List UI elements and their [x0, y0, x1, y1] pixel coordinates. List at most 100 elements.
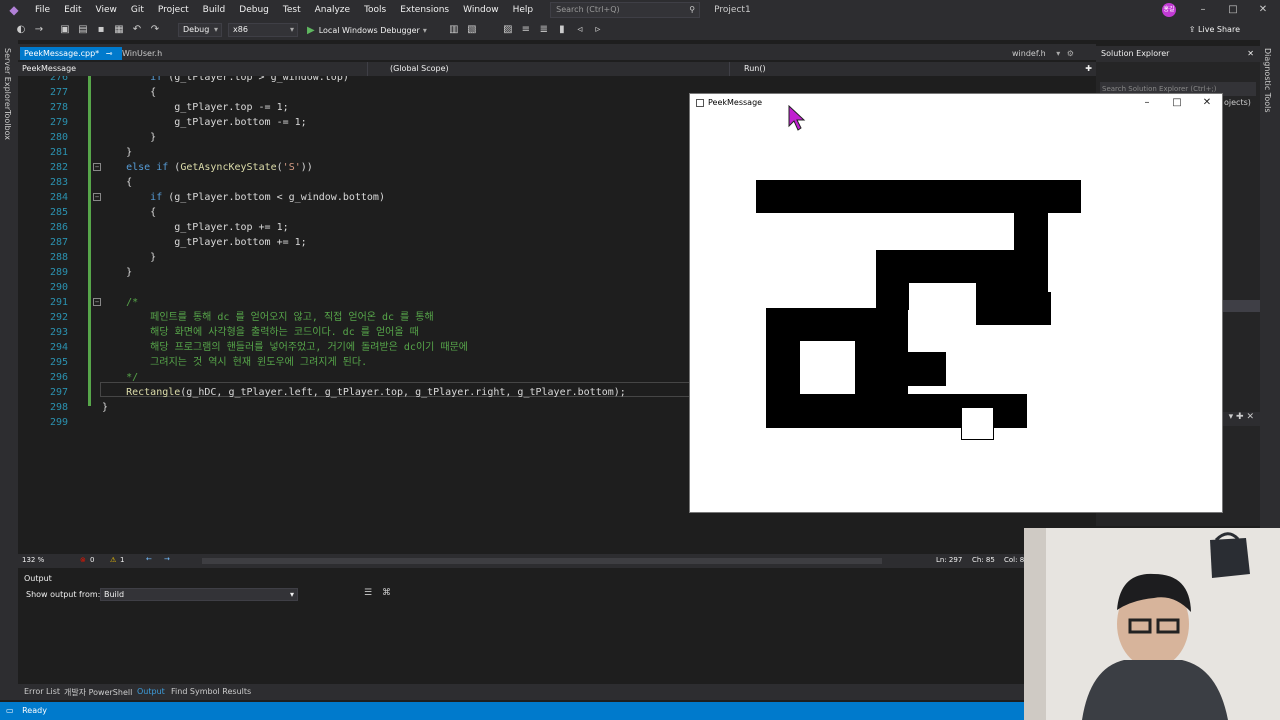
tab-label: windef.h: [1012, 49, 1046, 58]
warning-count[interactable]: 1: [120, 556, 124, 564]
menu-file[interactable]: File: [28, 0, 57, 20]
minimize-icon[interactable]: –: [1132, 94, 1162, 112]
server-explorer-tab[interactable]: Server Explorer: [3, 48, 12, 110]
tab-label: WinUser.h: [122, 49, 163, 58]
member-dropdown[interactable]: Run(): [730, 62, 1082, 76]
bookmark-icon[interactable]: ▮: [555, 23, 569, 37]
code-text: */: [102, 372, 139, 383]
open-icon[interactable]: ▤: [76, 23, 90, 37]
new-item-icon[interactable]: ▣: [58, 23, 72, 37]
code-text: 해당 프로그램의 핸들러를 넣어주었고, 거기에 돌려받은 dc이기 때문에: [102, 342, 468, 353]
hot-reload-icon[interactable]: ▧: [465, 23, 479, 37]
code-text: }: [102, 252, 157, 263]
save-icon[interactable]: ▪: [94, 23, 108, 37]
menu-project[interactable]: Project: [151, 0, 196, 20]
menu-extensions[interactable]: Extensions: [393, 0, 456, 20]
horizontal-scrollbar[interactable]: [202, 558, 882, 564]
start-debugger-button[interactable]: ▶ Local Windows Debugger ▾: [307, 25, 427, 36]
line-number: 288: [49, 252, 68, 263]
code-text: 그려지는 것 역시 현재 윈도우에 그려지게 된다.: [102, 357, 368, 368]
bottom-tab-strip: Error List 개발자 PowerShell Output Find Sy…: [18, 684, 1096, 700]
tab-developer-powershell[interactable]: 개발자 PowerShell: [64, 687, 132, 698]
diagnostics-icon[interactable]: ▨: [501, 23, 515, 37]
forward-icon[interactable]: →: [32, 23, 46, 37]
output-title: Output: [24, 574, 52, 583]
output-source-dropdown[interactable]: Build ▾: [100, 588, 298, 601]
save-all-icon[interactable]: ▦: [112, 23, 126, 37]
warning-icon[interactable]: ⚠: [110, 556, 116, 564]
line-number: 297: [49, 387, 68, 398]
config-value: Debug: [183, 25, 210, 34]
arrow-left-icon[interactable]: ←: [146, 555, 152, 563]
split-icon[interactable]: ✚: [1085, 62, 1092, 76]
menu-window[interactable]: Window: [456, 0, 506, 20]
close-icon[interactable]: ✕: [1192, 94, 1222, 112]
code-text: g_tPlayer.top -= 1;: [102, 102, 289, 113]
live-share-button[interactable]: ⇪ Live Share: [1189, 20, 1240, 40]
error-icon[interactable]: ⊗: [80, 556, 86, 564]
code-text: }: [102, 402, 109, 413]
peekmessage-app-window[interactable]: PeekMessage – □ ✕: [689, 93, 1223, 513]
project-dropdown[interactable]: PeekMessage: [18, 62, 368, 76]
word-wrap-icon[interactable]: ☰: [364, 588, 372, 598]
comment-icon[interactable]: ≡: [519, 23, 533, 37]
code-line[interactable]: 276 if (g_tPlayer.top > g_window.top): [18, 76, 1096, 85]
menu-git[interactable]: Git: [124, 0, 151, 20]
tab-error-list[interactable]: Error List: [24, 687, 60, 696]
tab-peekmessage-cpp[interactable]: PeekMessage.cpp* ⊸ ✕: [20, 47, 122, 71]
menu-debug[interactable]: Debug: [232, 0, 276, 20]
pin-icon[interactable]: ⊸: [106, 49, 113, 58]
minimize-icon[interactable]: –: [1188, 0, 1218, 20]
solution-tree-item[interactable]: ojects): [1224, 98, 1251, 107]
config-dropdown[interactable]: Debug ▾: [178, 23, 222, 37]
tab-windef-h[interactable]: windef.h ▾ ⚙: [1008, 47, 1078, 60]
clear-all-icon[interactable]: ⌘: [382, 588, 391, 598]
folder-icon[interactable]: ▥: [447, 23, 461, 37]
menu-edit[interactable]: Edit: [57, 0, 88, 20]
solution-explorer-title: Solution Explorer: [1101, 49, 1170, 58]
avatar[interactable]: 홍길: [1162, 3, 1176, 17]
chevron-down-icon: ▾: [289, 25, 294, 34]
editor-status-line: 132 % ⊗ 0 ⚠ 1 ← → Ln: 297 Ch: 85 Col: 8: [18, 554, 1096, 568]
line-number: 293: [49, 327, 68, 338]
next-bookmark-icon[interactable]: ▹: [591, 23, 605, 37]
back-icon[interactable]: ◐: [14, 23, 28, 37]
menu-tools[interactable]: Tools: [357, 0, 393, 20]
output-source-value: Build: [104, 590, 125, 599]
maximize-icon[interactable]: □: [1218, 0, 1248, 20]
collapse-icon[interactable]: −: [93, 163, 101, 171]
diagnostic-tools-tab[interactable]: Diagnostic Tools: [1263, 48, 1272, 113]
tab-find-symbol-results[interactable]: Find Symbol Results: [171, 687, 251, 696]
tab-output[interactable]: Output: [137, 687, 165, 696]
gear-icon[interactable]: ⚙: [1067, 49, 1074, 58]
menu-help[interactable]: Help: [506, 0, 541, 20]
close-icon[interactable]: ✕: [1248, 0, 1278, 20]
prev-bookmark-icon[interactable]: ◃: [573, 23, 587, 37]
line-number: 278: [49, 102, 68, 113]
search-input[interactable]: Search (Ctrl+Q) ⚲: [550, 2, 701, 18]
zoom-level[interactable]: 132 %: [22, 556, 44, 564]
redo-icon[interactable]: ↷: [148, 23, 162, 37]
menu-view[interactable]: View: [89, 0, 124, 20]
platform-value: x86: [233, 25, 248, 34]
close-icon[interactable]: ✕: [1247, 46, 1254, 62]
chevron-down-icon[interactable]: ▾: [1056, 49, 1060, 58]
toolbox-tab[interactable]: Toolbox: [3, 110, 12, 140]
line-number: 294: [49, 342, 68, 353]
tab-winuser-h[interactable]: WinUser.h: [118, 47, 166, 60]
code-text: else if (GetAsyncKeyState('S')): [126, 162, 313, 173]
menu-build[interactable]: Build: [196, 0, 233, 20]
menu-test[interactable]: Test: [276, 0, 308, 20]
platform-dropdown[interactable]: x86 ▾: [228, 23, 298, 37]
maximize-icon[interactable]: □: [1162, 94, 1192, 112]
arrow-right-icon[interactable]: →: [164, 555, 170, 563]
error-count[interactable]: 0: [90, 556, 94, 564]
uncomment-icon[interactable]: ≣: [537, 23, 551, 37]
webcam-person-image: [1024, 528, 1280, 720]
collapse-icon[interactable]: −: [93, 298, 101, 306]
peek-titlebar[interactable]: PeekMessage – □ ✕: [690, 94, 1222, 112]
undo-icon[interactable]: ↶: [130, 23, 144, 37]
menu-analyze[interactable]: Analyze: [308, 0, 357, 20]
collapse-icon[interactable]: −: [93, 193, 101, 201]
scope-dropdown[interactable]: (Global Scope): [368, 62, 730, 76]
